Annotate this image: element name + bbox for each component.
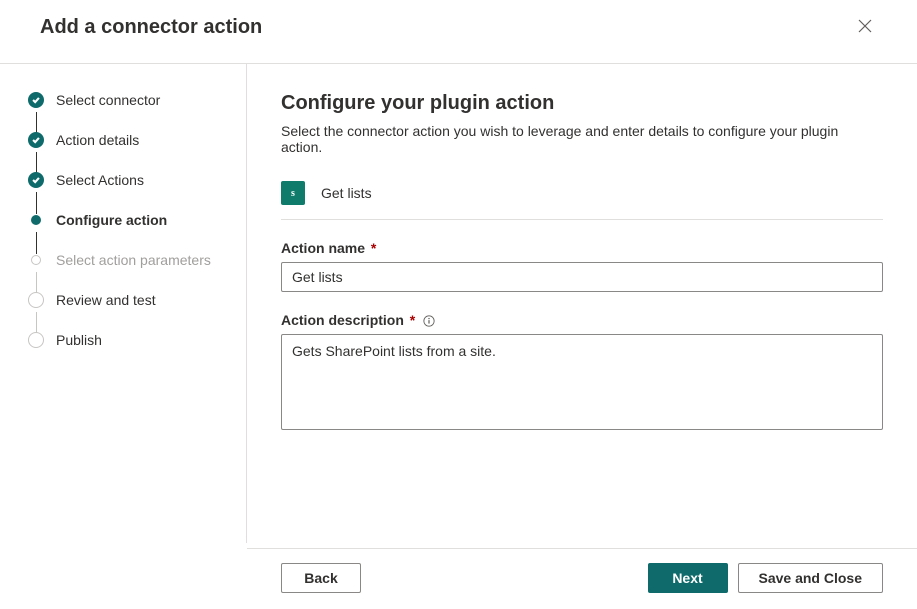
dialog-title: Add a connector action xyxy=(40,16,262,39)
required-indicator: * xyxy=(406,312,415,328)
dialog-footer: Back Next Save and Close xyxy=(247,548,917,609)
upcoming-step-marker xyxy=(28,292,44,308)
step-label: Configure action xyxy=(56,212,167,228)
sharepoint-icon: s xyxy=(281,181,305,205)
step-label: Select connector xyxy=(56,92,160,108)
wizard-sidebar: Select connector Action details Select A… xyxy=(0,64,247,543)
pending-step-marker xyxy=(31,255,41,265)
selected-action-row: s Get lists xyxy=(281,181,883,220)
action-name-label: Action name * xyxy=(281,240,883,256)
action-name-field-group: Action name * xyxy=(281,240,883,292)
upcoming-step-marker xyxy=(28,332,44,348)
step-publish: Publish xyxy=(28,332,230,348)
dialog-body: Select connector Action details Select A… xyxy=(0,64,917,543)
action-name-input[interactable] xyxy=(281,262,883,292)
footer-right-buttons: Next Save and Close xyxy=(648,563,884,593)
check-icon xyxy=(28,172,44,188)
action-description-label: Action description * xyxy=(281,312,883,328)
next-button[interactable]: Next xyxy=(648,563,728,593)
step-label: Publish xyxy=(56,332,102,348)
main-content: Configure your plugin action Select the … xyxy=(247,64,917,543)
step-select-actions[interactable]: Select Actions xyxy=(28,172,230,188)
close-icon xyxy=(857,18,873,37)
step-label: Select Actions xyxy=(56,172,144,188)
step-select-action-params: Select action parameters xyxy=(28,252,230,268)
step-action-details[interactable]: Action details xyxy=(28,132,230,148)
selected-action-name: Get lists xyxy=(321,185,372,201)
close-button[interactable] xyxy=(853,14,877,41)
required-indicator: * xyxy=(367,240,376,256)
step-label: Action details xyxy=(56,132,139,148)
step-label: Review and test xyxy=(56,292,156,308)
check-icon xyxy=(28,92,44,108)
step-label: Select action parameters xyxy=(56,252,211,268)
current-step-marker xyxy=(31,215,41,225)
page-title: Configure your plugin action xyxy=(281,92,883,115)
check-icon xyxy=(28,132,44,148)
back-button[interactable]: Back xyxy=(281,563,361,593)
dialog-header: Add a connector action xyxy=(0,0,917,64)
page-subtitle: Select the connector action you wish to … xyxy=(281,123,883,155)
step-configure-action[interactable]: Configure action xyxy=(28,212,230,228)
step-select-connector[interactable]: Select connector xyxy=(28,92,230,108)
action-description-input[interactable] xyxy=(281,334,883,430)
step-list: Select connector Action details Select A… xyxy=(28,92,230,348)
info-icon[interactable] xyxy=(423,315,435,327)
step-review-test: Review and test xyxy=(28,292,230,308)
save-and-close-button[interactable]: Save and Close xyxy=(738,563,884,593)
action-description-field-group: Action description * xyxy=(281,312,883,435)
